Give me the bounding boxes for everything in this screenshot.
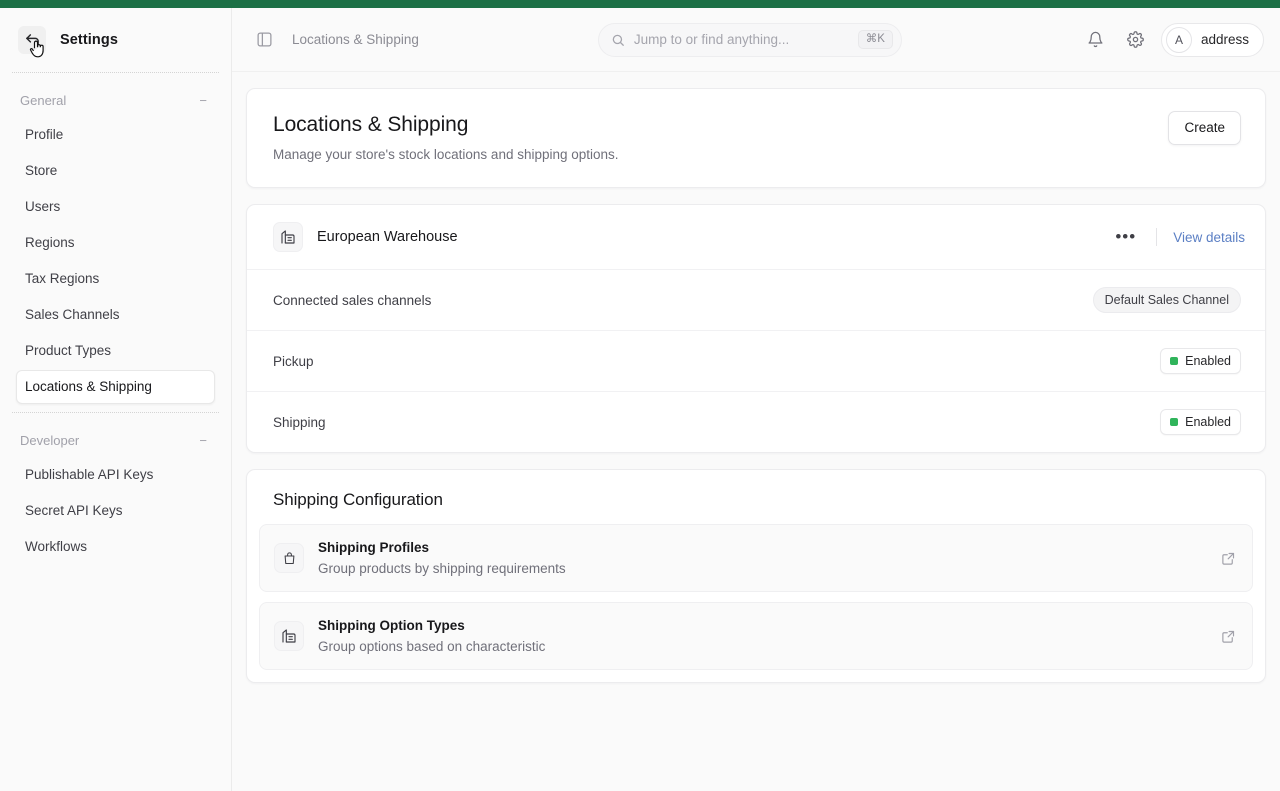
table-row: Pickup Enabled: [247, 330, 1265, 391]
table-row: Shipping Enabled: [247, 391, 1265, 452]
table-row: Connected sales channels Default Sales C…: [247, 269, 1265, 330]
breadcrumb[interactable]: Locations & Shipping: [292, 32, 419, 47]
sidebar-item-locations-shipping[interactable]: Locations & Shipping: [16, 370, 215, 404]
topbar-actions: A address: [1081, 22, 1264, 57]
status-badge-shipping-label: Enabled: [1185, 415, 1231, 429]
row-label-sales-channels: Connected sales channels: [273, 292, 432, 308]
list-item-shipping-profiles[interactable]: Shipping Profiles Group products by ship…: [259, 524, 1253, 592]
warehouse-icon-container: [273, 222, 303, 252]
external-link-icon: [1222, 552, 1235, 565]
list-item-description: Group products by shipping requirements: [318, 561, 566, 576]
status-badge-pickup: Enabled: [1160, 348, 1241, 374]
settings-sidebar: Settings General − Profile Store Users R…: [0, 8, 232, 791]
list-item-title: Shipping Option Types: [318, 618, 465, 633]
page-subtitle: Manage your store's stock locations and …: [273, 147, 619, 162]
sidebar-item-product-types[interactable]: Product Types: [16, 334, 215, 368]
page-header-card: Locations & Shipping Manage your store's…: [246, 88, 1266, 188]
settings-button[interactable]: [1121, 25, 1151, 55]
search-icon: [612, 34, 624, 46]
shipping-configuration-card: Shipping Configuration Shipping Profiles: [246, 469, 1266, 683]
list-item-shipping-option-types[interactable]: Shipping Option Types Group options base…: [259, 602, 1253, 670]
row-label-pickup: Pickup: [273, 353, 314, 369]
list-item-text: Shipping Option Types Group options base…: [318, 616, 1207, 656]
ellipsis-icon[interactable]: •••: [1111, 228, 1140, 245]
create-button[interactable]: Create: [1168, 111, 1241, 145]
status-badge-pickup-label: Enabled: [1185, 354, 1231, 368]
section-label-developer: Developer: [20, 433, 80, 448]
sidebar-item-sales-channels[interactable]: Sales Channels: [16, 298, 215, 332]
row-label-shipping: Shipping: [273, 414, 326, 430]
status-dot-icon: [1170, 357, 1179, 365]
account-name: address: [1200, 32, 1249, 47]
section-label-general: General: [20, 93, 67, 108]
section-header-developer[interactable]: Developer −: [16, 427, 215, 458]
status-badge-shipping: Enabled: [1160, 409, 1241, 435]
warehouse-icon: [281, 230, 295, 244]
bag-icon-container: [274, 543, 304, 573]
list-item-title: Shipping Profiles: [318, 540, 430, 555]
list-item-text: Shipping Profiles Group products by ship…: [318, 538, 1207, 578]
sidebar-title: Settings: [60, 32, 118, 48]
sidebar-item-workflows[interactable]: Workflows: [16, 530, 215, 564]
page-title: Locations & Shipping: [273, 113, 469, 136]
external-link-icon: [1222, 630, 1235, 643]
location-card: European Warehouse ••• View details Conn…: [246, 204, 1266, 453]
search-shortcut-badge: ⌘K: [857, 29, 893, 50]
accent-top-bar: [0, 0, 1280, 8]
sidebar-item-profile[interactable]: Profile: [16, 118, 215, 152]
sidebar-header: Settings: [16, 8, 215, 72]
top-bar: Locations & Shipping Jump to or find any…: [232, 8, 1280, 72]
sidebar-toggle-button[interactable]: [250, 26, 278, 54]
account-menu[interactable]: A address: [1160, 22, 1264, 57]
section-header-general[interactable]: General −: [16, 87, 215, 118]
external-link-button[interactable]: [1221, 551, 1236, 566]
sidebar-panel-icon: [256, 32, 272, 47]
warehouse-icon: [282, 629, 296, 643]
list-item-description: Group options based on characteristic: [318, 639, 546, 654]
avatar: A: [1165, 26, 1192, 53]
search-wrapper: Jump to or find anything... ⌘K: [433, 22, 1067, 57]
search-input[interactable]: Jump to or find anything... ⌘K: [597, 22, 902, 57]
bell-icon: [1088, 31, 1103, 48]
page-header-text: Locations & Shipping Manage your store's…: [273, 111, 619, 165]
sidebar-item-users[interactable]: Users: [16, 190, 215, 224]
back-arrow-icon: [25, 33, 39, 47]
app-root: Settings General − Profile Store Users R…: [0, 0, 1280, 791]
collapse-icon-general[interactable]: −: [199, 94, 211, 107]
sidebar-item-tax-regions[interactable]: Tax Regions: [16, 262, 215, 296]
main-area: Locations & Shipping Jump to or find any…: [232, 8, 1280, 791]
status-badge-sales-channel: Default Sales Channel: [1092, 287, 1241, 313]
collapse-icon-developer[interactable]: −: [199, 434, 211, 447]
view-details-link[interactable]: View details: [1173, 230, 1245, 245]
sidebar-item-regions[interactable]: Regions: [16, 226, 215, 260]
gear-icon: [1127, 31, 1145, 48]
warehouse-icon-container: [274, 621, 304, 651]
action-divider: [1156, 228, 1158, 246]
page-content: Locations & Shipping Manage your store's…: [232, 72, 1280, 791]
back-button[interactable]: [18, 26, 46, 58]
sidebar-item-publishable-api-keys[interactable]: Publishable API Keys: [16, 458, 215, 492]
location-name: European Warehouse: [317, 229, 458, 245]
external-link-button[interactable]: [1221, 629, 1236, 644]
notifications-button[interactable]: [1081, 25, 1111, 55]
status-dot-icon: [1170, 418, 1179, 426]
shipping-configuration-title: Shipping Configuration: [273, 490, 443, 509]
location-actions: ••• View details: [1111, 228, 1245, 246]
sidebar-item-secret-api-keys[interactable]: Secret API Keys: [16, 494, 215, 528]
body-row: Settings General − Profile Store Users R…: [0, 8, 1280, 791]
location-header: European Warehouse ••• View details: [247, 205, 1265, 269]
page-header: Locations & Shipping Manage your store's…: [247, 89, 1265, 187]
nav-section-general: General − Profile Store Users Regions Ta…: [16, 73, 215, 412]
sidebar-item-store[interactable]: Store: [16, 154, 215, 188]
search-placeholder: Jump to or find anything...: [633, 32, 790, 47]
bag-icon: [284, 551, 294, 564]
shipping-configuration-list: Shipping Profiles Group products by ship…: [247, 524, 1265, 682]
nav-section-developer: Developer − Publishable API Keys Secret …: [16, 413, 215, 572]
